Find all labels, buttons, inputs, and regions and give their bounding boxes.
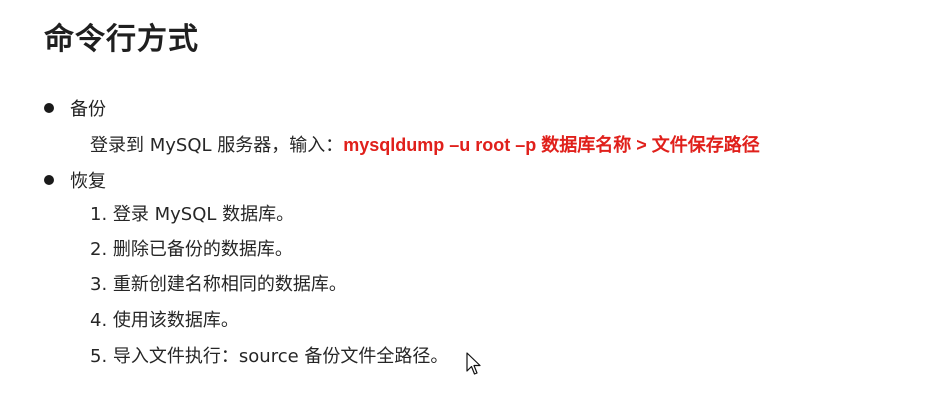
- restore-step: 1. 登录 MySQL 数据库。: [90, 204, 295, 225]
- bullet-backup: 备份: [44, 94, 106, 122]
- bullet-dot-icon: [44, 103, 54, 113]
- restore-step: 3. 重新创建名称相同的数据库。: [90, 274, 347, 295]
- restore-step: 2. 删除已备份的数据库。: [90, 239, 293, 260]
- slide: 命令行方式 备份 登录到 MySQL 服务器，输入：mysqldump –u r…: [0, 0, 936, 401]
- slide-title: 命令行方式: [44, 22, 199, 57]
- restore-step: 5. 导入文件执行：source 备份文件全路径。: [90, 346, 449, 367]
- bullet-restore-label: 恢复: [70, 171, 106, 192]
- mouse-pointer-icon: [466, 352, 481, 375]
- backup-instruction: 登录到 MySQL 服务器，输入：mysqldump –u root –p 数据…: [90, 131, 760, 159]
- bullet-restore: 恢复: [44, 166, 106, 194]
- bullet-backup-label: 备份: [70, 99, 106, 120]
- bullet-dot-icon: [44, 175, 54, 185]
- backup-command: mysqldump –u root –p 数据库名称 > 文件保存路径: [343, 135, 760, 155]
- backup-instruction-prefix: 登录到 MySQL 服务器，输入：: [90, 135, 344, 156]
- restore-step: 4. 使用该数据库。: [90, 310, 239, 331]
